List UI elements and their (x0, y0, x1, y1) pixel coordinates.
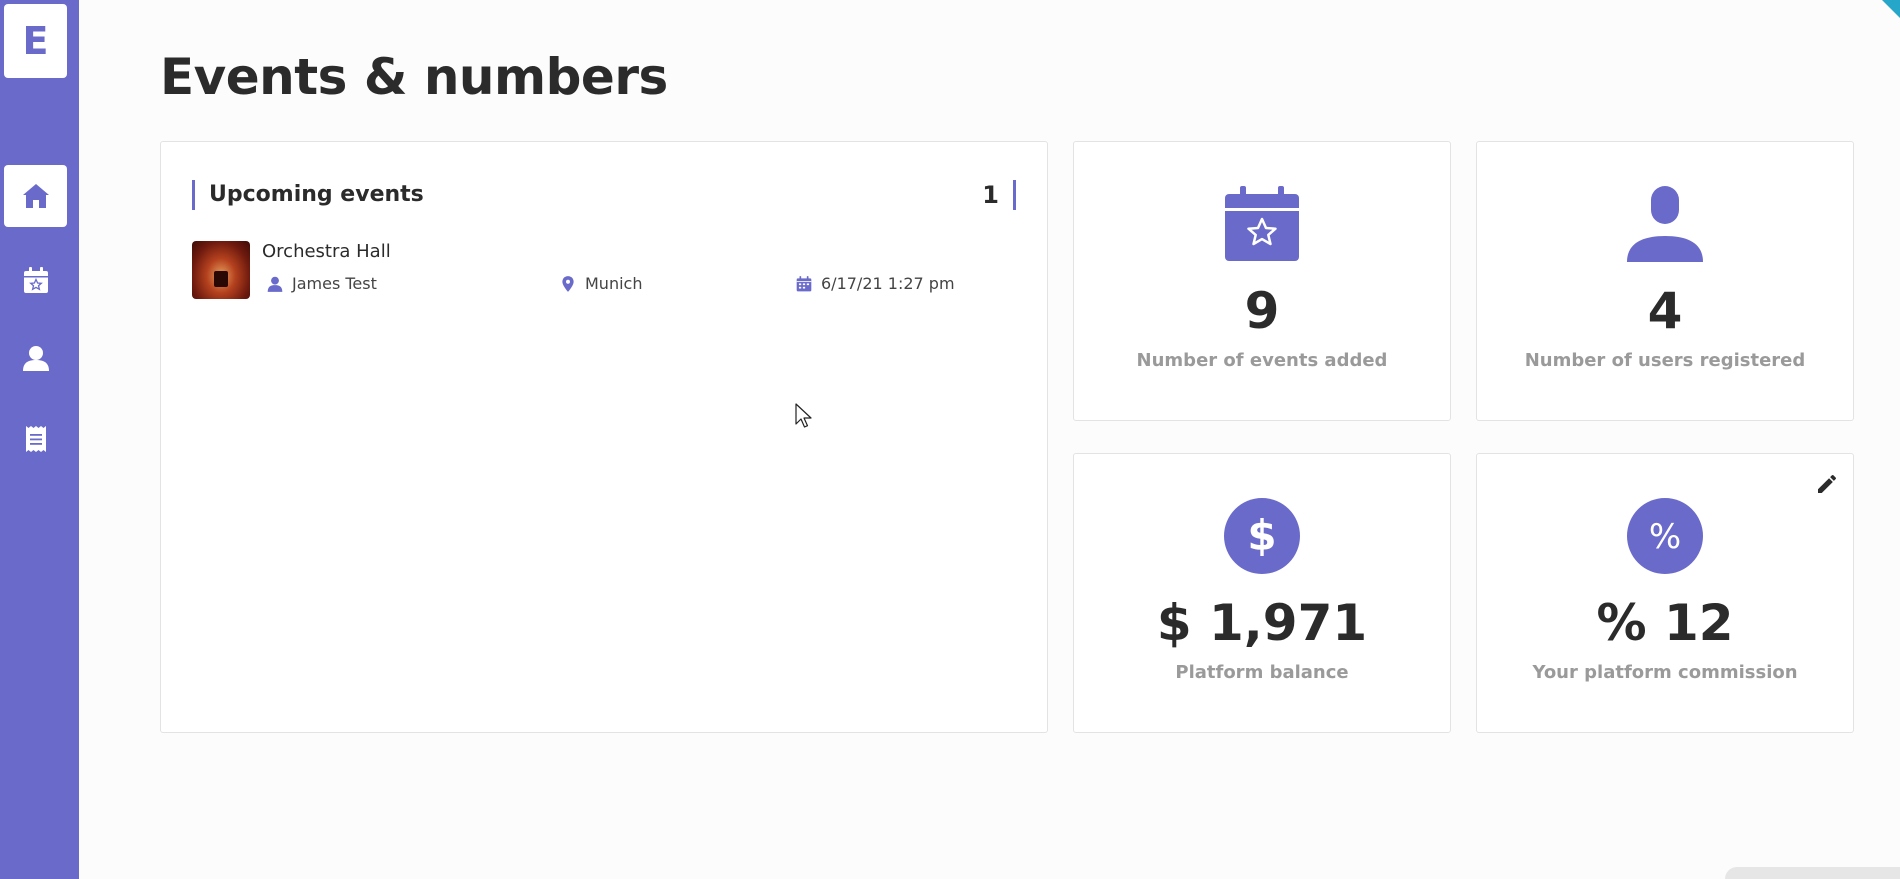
platform-commission-card: % % 12 Your platform commission (1476, 453, 1854, 733)
platform-balance-value: $ 1,971 (1156, 594, 1368, 652)
event-datetime-value: 6/17/21 1:27 pm (821, 274, 955, 293)
event-organizer-name: James Test (292, 274, 377, 293)
svg-text:$: $ (1247, 511, 1276, 560)
event-datetime: 6/17/21 1:27 pm (795, 274, 955, 293)
platform-commission-value: % 12 (1596, 594, 1734, 652)
dollar-icon: $ (1224, 498, 1300, 574)
scroll-hint (1725, 867, 1900, 879)
users-registered-value: 4 (1647, 282, 1683, 340)
platform-commission-label: Your platform commission (1532, 662, 1798, 683)
map-pin-icon (562, 275, 574, 292)
calendar-icon (796, 275, 812, 291)
receipt-icon (25, 426, 46, 452)
app-logo[interactable]: E (4, 4, 67, 78)
edit-commission-button[interactable] (1815, 472, 1839, 496)
logo-letter: E (22, 19, 49, 63)
mouse-cursor-icon (795, 403, 812, 428)
upcoming-events-header: Upcoming events 1 (192, 180, 1016, 210)
upcoming-events-count: 1 (982, 180, 1016, 210)
events-added-label: Number of events added (1136, 350, 1388, 371)
users-registered-label: Number of users registered (1524, 350, 1806, 371)
platform-balance-label: Platform balance (1175, 662, 1349, 683)
calendar-star-icon (23, 267, 48, 293)
events-added-value: 9 (1244, 282, 1280, 340)
user-icon (22, 346, 49, 371)
events-added-card: 9 Number of events added (1073, 141, 1451, 421)
stat-icon: $ (1224, 498, 1300, 574)
event-name: Orchestra Hall (262, 241, 391, 262)
event-location: Munich (559, 274, 642, 293)
event-organizer: James Test (266, 274, 377, 293)
sidebar-item-events[interactable] (4, 249, 67, 311)
sidebar-item-users[interactable] (4, 327, 67, 389)
sidebar: E (0, 0, 79, 879)
home-icon (22, 184, 49, 208)
upcoming-events-card: Upcoming events 1 Orchestra Hall James T… (160, 141, 1048, 733)
platform-balance-card: $ $ 1,971 Platform balance (1073, 453, 1451, 733)
svg-text:%: % (1649, 517, 1681, 557)
corner-indicator (1882, 0, 1900, 18)
sidebar-item-home[interactable] (4, 165, 67, 227)
upcoming-events-title: Upcoming events (192, 180, 424, 210)
pencil-icon (1818, 474, 1837, 493)
calendar-star-icon (1225, 186, 1299, 261)
page-title: Events & numbers (160, 48, 668, 106)
list-item[interactable]: Orchestra Hall James Test Munich 6/17/21… (192, 241, 1016, 299)
user-icon (1627, 186, 1703, 262)
stat-icon (1627, 186, 1703, 262)
event-thumbnail (192, 241, 250, 299)
sidebar-item-receipts[interactable] (4, 408, 67, 470)
stat-icon (1224, 186, 1300, 262)
user-icon (267, 276, 283, 292)
percent-icon: % (1627, 498, 1703, 574)
users-registered-card: 4 Number of users registered (1476, 141, 1854, 421)
event-location-name: Munich (585, 274, 643, 293)
stat-icon: % (1627, 498, 1703, 574)
